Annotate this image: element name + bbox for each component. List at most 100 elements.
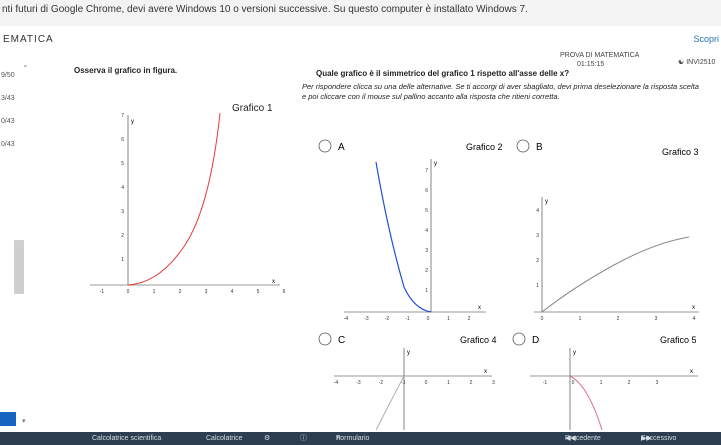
graph-4-title: Grafico 4 [460, 335, 497, 345]
graph-1-x-tick-label: 2 [179, 289, 182, 295]
graph-1-y-tick-label: 3 [121, 209, 124, 215]
graph-2-y-tick-label: 6 [425, 188, 428, 194]
graph-2-svg[interactable]: A Grafico 2 y x -4 -3 -2 -1 0 1 2 1 2 3 4 5 6 7 [316, 137, 512, 323]
graph-3-x-tick-label: 3 [655, 316, 658, 322]
question-text: Quale grafico è il simmetrico del grafic… [316, 69, 570, 78]
graph-3-y-tick-label: 3 [536, 233, 539, 239]
graph-2-y-label: y [434, 161, 437, 167]
score-4[interactable]: 0/43 [1, 141, 15, 148]
chevron-up-icon[interactable]: ⌃ [22, 64, 29, 73]
graph-2-y-tick-label: 1 [425, 288, 428, 294]
option-d-panel[interactable]: D Grafico 5 y x -1 0 1 2 3 [510, 330, 715, 435]
next-label: Successivo [641, 435, 677, 442]
graph-4-x-tick-label: -3 [356, 380, 361, 386]
option-b-panel[interactable]: B Grafico 3 y x 0 1 2 3 4 1 2 3 4 [514, 137, 714, 328]
graph-1-y-label: y [131, 119, 134, 125]
timer: 01:15:15 [577, 61, 605, 68]
chrome-update-banner: nti futuri di Google Chrome, devi avere … [0, 0, 721, 26]
option-a-radio[interactable] [318, 139, 332, 153]
graph-4-x-label: x [484, 369, 487, 375]
graph-1-y-tick-label: 2 [121, 233, 124, 239]
option-a-panel[interactable]: A Grafico 2 y x -4 -3 -2 -1 0 1 2 1 2 3 4 5 6 7 [316, 137, 512, 328]
instructions-line-1: Per rispondere clicca su una delle alter… [302, 82, 699, 91]
graph-2-x-label: x [478, 305, 481, 311]
app-name: EMATICA [3, 34, 54, 45]
graph-2-x-tick-label: 1 [447, 316, 450, 322]
graph-4-x-tick-label: 2 [470, 380, 473, 386]
user-id-text: INVI2510 [686, 59, 716, 66]
graph-3-x-tick-label: 0 [541, 316, 544, 322]
graph-4-x-tick-label: -4 [334, 380, 339, 386]
option-d-radio[interactable] [512, 332, 526, 346]
instructions-line-2: e poi cliccare con il mouse sul pallino … [302, 92, 560, 101]
graph-5-curve [569, 375, 603, 431]
graph-4-x-tick-label: 0 [425, 380, 428, 386]
graph-1-y-tick-label: 1 [121, 257, 124, 263]
graph-1-y-tick-label: 5 [121, 161, 124, 167]
previous-label: Precedente [565, 435, 601, 442]
graph-5-x-label: x [690, 369, 693, 375]
graph-5-svg[interactable]: D Grafico 5 y x -1 0 1 2 3 [510, 330, 715, 431]
graph-5-x-tick-label: 0 [572, 380, 575, 386]
option-a-letter: A [338, 142, 345, 153]
footer-toolbar: Calcolatrice scientifica Calcolatrice ⚙ … [0, 432, 721, 445]
score-2[interactable]: 3/43 [1, 95, 15, 102]
graph-2-curve [375, 161, 432, 313]
graph-4-x-tick-label: 1 [447, 380, 450, 386]
graph-3-y-tick-label: 1 [536, 283, 539, 289]
graph-4-x-tick-label: -2 [379, 380, 384, 386]
graph-2-x-tick-label: 2 [468, 316, 471, 322]
info-icon[interactable]: ⓘ [300, 432, 307, 445]
option-b-radio[interactable] [516, 139, 530, 153]
option-c-letter: C [338, 335, 345, 346]
graph-2-x-tick-label: 0 [427, 316, 430, 322]
option-d-letter: D [532, 335, 539, 346]
settings-icon[interactable]: ⚙ [264, 432, 270, 445]
top-bar: EMATICA Scopri [0, 26, 721, 48]
calculator-tab[interactable]: Calcolatrice [206, 432, 243, 445]
question-sidebar: ⌃ 9/50 3/43 0/43 0/43 ▾ [0, 62, 34, 442]
graph-3-title: Grafico 3 [662, 147, 699, 157]
scientific-calculator-tab[interactable]: Calcolatrice scientifica [92, 432, 161, 445]
graph-2-y-tick-label: 7 [425, 168, 428, 174]
graph-1-curve [127, 112, 221, 286]
graph-2-x-tick-label: -1 [405, 316, 410, 322]
graph-4-y-label: y [407, 350, 410, 356]
stop-button[interactable]: Scopri [693, 34, 719, 44]
option-c-radio[interactable] [318, 332, 332, 346]
option-c-panel[interactable]: C Grafico 4 y x -4 -3 -2 -1 0 1 2 3 [316, 330, 512, 435]
user-icon: ☯ [678, 59, 685, 66]
graph-3-x-tick-label: 4 [693, 316, 696, 322]
exam-title: PROVA DI MATEMATICA [560, 52, 640, 59]
graph-3-svg[interactable]: B Grafico 3 y x 0 1 2 3 4 1 2 3 4 [514, 137, 714, 323]
graph-3-curve [541, 236, 690, 313]
graph-5-x-tick-label: -1 [543, 380, 548, 386]
graph-2-x-tick-label: -2 [385, 316, 390, 322]
graph-3-x-tick-label: 2 [617, 316, 620, 322]
score-1[interactable]: 9/50 [1, 72, 15, 79]
graph-1-x-tick-label: 1 [153, 289, 156, 295]
graph-2-x-tick-label: -3 [364, 316, 369, 322]
graph-2-x-tick-label: -4 [344, 316, 349, 322]
graph-3-x-tick-label: 1 [579, 316, 582, 322]
graph-1-svg: Grafico 1 y x -1 0 1 2 3 4 5 6 1 2 3 4 5 6 7 [90, 103, 286, 295]
graph-2-title: Grafico 2 [466, 142, 503, 152]
chevron-down-icon[interactable]: ▾ [22, 417, 26, 425]
graph-3-y-tick-label: 4 [536, 208, 539, 214]
option-b-letter: B [536, 142, 543, 153]
graph-3-x-label: x [692, 305, 695, 311]
sidebar-scrollbar[interactable] [14, 240, 24, 294]
graph-2-y-tick-label: 2 [425, 268, 428, 274]
graph-1-y-tick-label: 7 [121, 113, 124, 119]
graph-5-y-label: y [573, 350, 576, 356]
graph-5-x-tick-label: 1 [600, 380, 603, 386]
graph-1-x-tick-label: 6 [283, 289, 286, 295]
graph-2-y-tick-label: 3 [425, 248, 428, 254]
graph-4-svg[interactable]: C Grafico 4 y x -4 -3 -2 -1 0 1 2 3 [316, 330, 512, 431]
graph-1-panel: Grafico 1 y x -1 0 1 2 3 4 5 6 1 2 3 4 5 6 7 [90, 95, 290, 310]
graph-1-x-tick-label: 3 [205, 289, 208, 295]
graph-1-y-tick-label: 4 [121, 185, 124, 191]
score-3[interactable]: 0/43 [1, 118, 15, 125]
current-question-marker[interactable] [0, 412, 16, 426]
graph-1-y-tick-label: 6 [121, 137, 124, 143]
